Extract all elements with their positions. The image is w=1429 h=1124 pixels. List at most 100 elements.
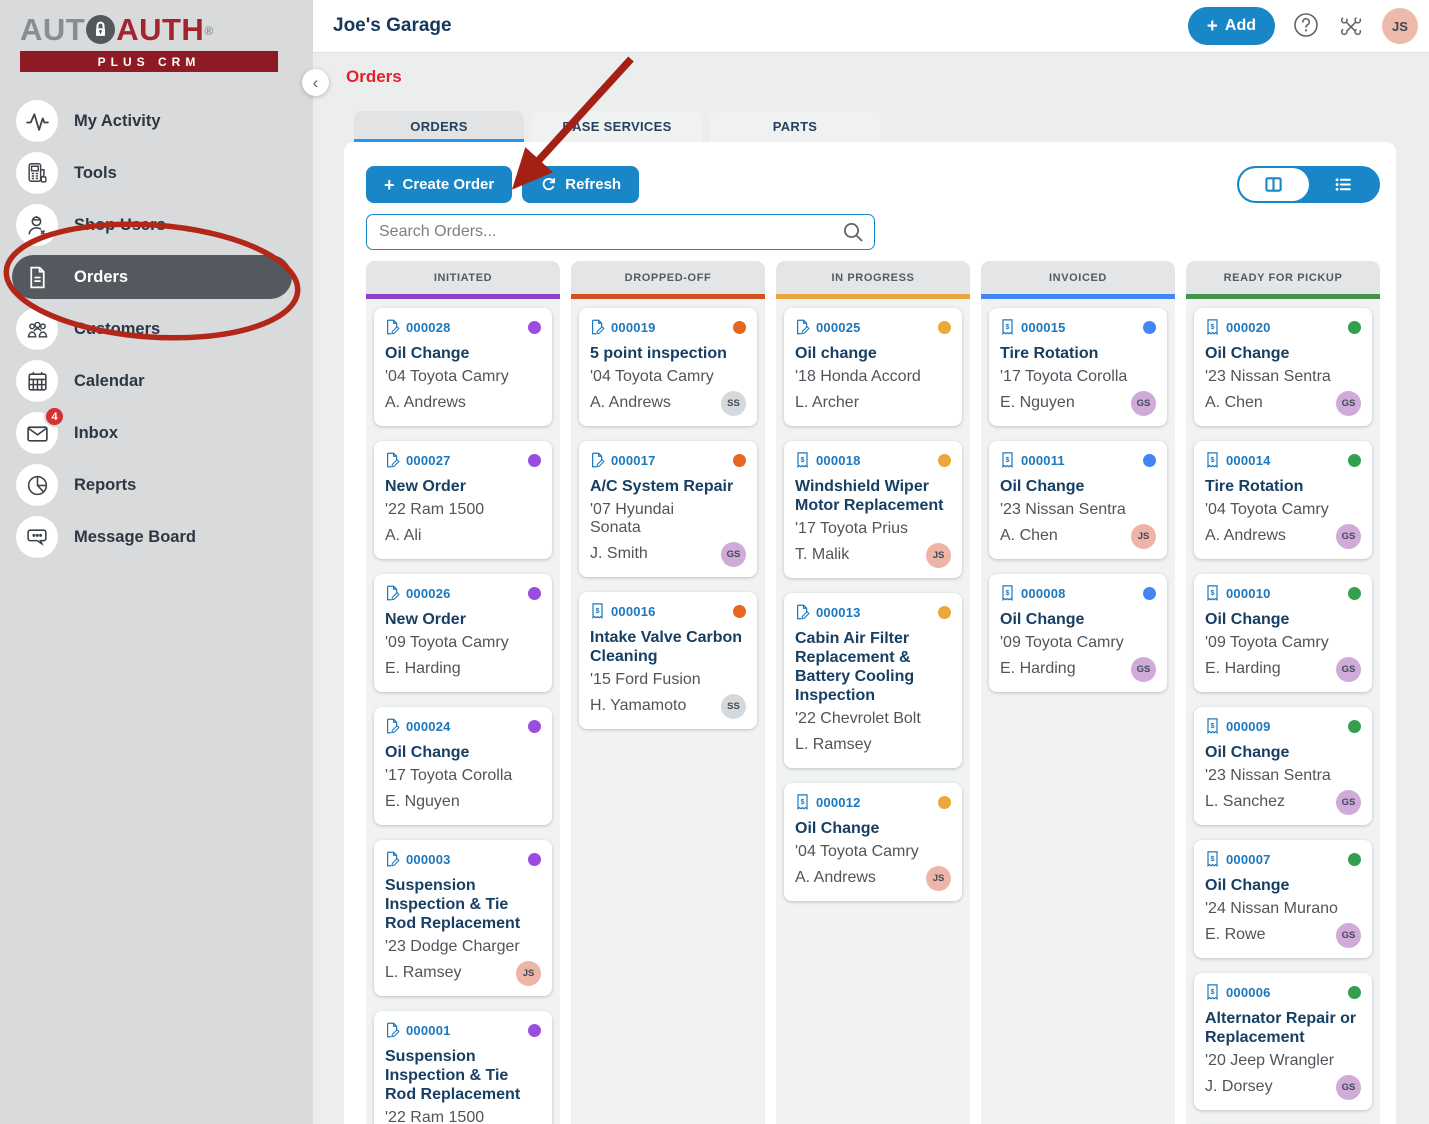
plus-icon: + <box>384 176 395 194</box>
order-card[interactable]: 000024 Oil Change '17 Toyota Corolla E. … <box>374 707 552 825</box>
order-card[interactable]: $ 000018 Windshield Wiper Motor Replacem… <box>784 441 962 578</box>
crossed-wrenches-icon <box>1338 12 1364 41</box>
assignee-avatar: GS <box>721 542 746 567</box>
order-card[interactable]: 000026 New Order '09 Toyota Camry E. Har… <box>374 574 552 692</box>
order-number: 000003 <box>406 852 451 867</box>
order-card[interactable]: $ 000014 Tire Rotation '04 Toyota Camry … <box>1194 441 1372 559</box>
order-card[interactable]: $ 000010 Oil Change '09 Toyota Camry E. … <box>1194 574 1372 692</box>
order-card[interactable]: 000025 Oil change '18 Honda Accord L. Ar… <box>784 308 962 426</box>
status-dot <box>528 720 541 733</box>
column-title: DROPPED-OFF <box>571 261 765 294</box>
order-number: 000024 <box>406 719 451 734</box>
order-customer: A. Ali <box>385 527 421 545</box>
sidebar-item-calendar[interactable]: Calendar <box>12 359 313 403</box>
order-card[interactable]: $ 000012 Oil Change '04 Toyota Camry A. … <box>784 783 962 901</box>
order-number: 000006 <box>1226 985 1271 1000</box>
order-card[interactable]: $ 000007 Oil Change '24 Nissan Murano E.… <box>1194 840 1372 958</box>
order-title: New Order <box>385 477 541 496</box>
invoice-icon: $ <box>590 602 605 620</box>
order-number: 000028 <box>406 320 451 335</box>
assignee-avatar: JS <box>1131 524 1156 549</box>
order-title: Alternator Repair or Replacement <box>1205 1009 1361 1047</box>
invoice-icon: $ <box>1000 584 1015 602</box>
sidebar-item-my-activity[interactable]: My Activity <box>12 99 313 143</box>
order-vehicle: '07 Hyundai Sonata <box>590 501 746 537</box>
sidebar-item-customers[interactable]: Customers <box>12 307 313 351</box>
order-card[interactable]: $ 000011 Oil Change '23 Nissan Sentra A.… <box>989 441 1167 559</box>
list-view-icon <box>1334 175 1353 194</box>
order-card[interactable]: $ 000020 Oil Change '23 Nissan Sentra A.… <box>1194 308 1372 426</box>
status-dot <box>938 454 951 467</box>
order-vehicle: '18 Honda Accord <box>795 368 951 386</box>
status-dot <box>1143 454 1156 467</box>
tab-orders[interactable]: ORDERS <box>354 111 524 142</box>
assignee-avatar: GS <box>1336 524 1361 549</box>
help-button[interactable] <box>1292 12 1320 40</box>
order-card[interactable]: $ 000008 Oil Change '09 Toyota Camry E. … <box>989 574 1167 692</box>
order-title: Suspension Inspection & Tie Rod Replacem… <box>385 1047 541 1104</box>
order-card[interactable]: $ 000009 Oil Change '23 Nissan Sentra L.… <box>1194 707 1372 825</box>
order-vehicle: '23 Nissan Sentra <box>1205 368 1361 386</box>
sidebar-item-inbox[interactable]: 4 Inbox <box>12 411 313 455</box>
order-card[interactable]: 000001 Suspension Inspection & Tie Rod R… <box>374 1011 552 1124</box>
order-card[interactable]: 000027 New Order '22 Ram 1500 A. Ali <box>374 441 552 559</box>
order-title: Suspension Inspection & Tie Rod Replacem… <box>385 876 541 933</box>
status-dot <box>938 796 951 809</box>
sidebar-item-orders[interactable]: Orders <box>12 255 292 299</box>
order-card[interactable]: $ 000015 Tire Rotation '17 Toyota Coroll… <box>989 308 1167 426</box>
order-title: New Order <box>385 610 541 629</box>
assignee-avatar: GS <box>1336 923 1361 948</box>
order-number: 000007 <box>1226 852 1271 867</box>
app-root: AUT AUTH ® PLUS CRM My Activity Tools Sh… <box>0 0 1429 1124</box>
status-dot <box>733 321 746 334</box>
tools-button[interactable] <box>1337 12 1365 40</box>
search-input[interactable] <box>366 214 875 250</box>
shop-users-icon <box>16 204 58 246</box>
order-number: 000008 <box>1021 586 1066 601</box>
column-title: READY FOR PICKUP <box>1186 261 1380 294</box>
sidebar-item-reports[interactable]: Reports <box>12 463 313 507</box>
status-dot <box>1348 853 1361 866</box>
kanban-column-in-progress: IN PROGRESS 000025 Oil change '18 Honda … <box>776 261 970 1124</box>
order-title: Oil Change <box>1205 344 1361 363</box>
add-button[interactable]: + Add <box>1188 7 1275 45</box>
sidebar-collapse-button[interactable]: ‹ <box>302 69 329 96</box>
svg-text:$: $ <box>1006 589 1010 597</box>
order-customer: A. Chen <box>1205 394 1263 412</box>
unread-badge: 4 <box>44 406 65 427</box>
order-card[interactable]: $ 000016 Intake Valve Carbon Cleaning '1… <box>579 592 757 729</box>
sidebar-item-tools[interactable]: Tools <box>12 151 313 195</box>
create-order-button[interactable]: + Create Order <box>366 166 512 203</box>
order-card[interactable]: $ 000006 Alternator Repair or Replacemen… <box>1194 973 1372 1110</box>
order-vehicle: '22 Chevrolet Bolt <box>795 710 951 728</box>
order-card[interactable]: 000019 5 point inspection '04 Toyota Cam… <box>579 308 757 426</box>
order-customer: J. Dorsey <box>1205 1078 1273 1096</box>
order-vehicle: '09 Toyota Camry <box>1000 634 1156 652</box>
order-customer: H. Yamamoto <box>590 697 686 715</box>
order-card[interactable]: 000003 Suspension Inspection & Tie Rod R… <box>374 840 552 996</box>
user-avatar[interactable]: JS <box>1382 8 1418 44</box>
invoice-icon: $ <box>795 451 810 469</box>
order-customer: A. Andrews <box>385 394 466 412</box>
topbar: Joe's Garage + Add JS <box>313 0 1429 53</box>
view-toggle <box>1237 166 1380 203</box>
sidebar-item-message-board[interactable]: Message Board <box>12 515 313 559</box>
order-vehicle: '17 Toyota Prius <box>795 520 951 538</box>
order-card[interactable]: 000028 Oil Change '04 Toyota Camry A. An… <box>374 308 552 426</box>
orders-toolbar: + Create Order Refresh <box>366 166 1380 203</box>
board-view-button[interactable] <box>1239 168 1309 201</box>
order-number: 000013 <box>816 605 861 620</box>
order-card[interactable]: 000017 A/C System Repair '07 Hyundai Son… <box>579 441 757 577</box>
sidebar-item-shop-users[interactable]: Shop Users <box>12 203 313 247</box>
svg-text:$: $ <box>1211 456 1215 464</box>
status-dot <box>1348 986 1361 999</box>
order-card[interactable]: 000013 Cabin Air Filter Replacement & Ba… <box>784 593 962 768</box>
tab-base-services[interactable]: BASE SERVICES <box>532 111 702 142</box>
refresh-button[interactable]: Refresh <box>522 166 639 203</box>
tab-parts[interactable]: PARTS <box>710 111 880 142</box>
list-view-button[interactable] <box>1309 168 1379 201</box>
assignee-avatar: GS <box>1336 657 1361 682</box>
order-customer: A. Andrews <box>795 869 876 887</box>
order-vehicle: '22 Ram 1500 <box>385 1109 541 1124</box>
assignee-avatar: JS <box>926 866 951 891</box>
